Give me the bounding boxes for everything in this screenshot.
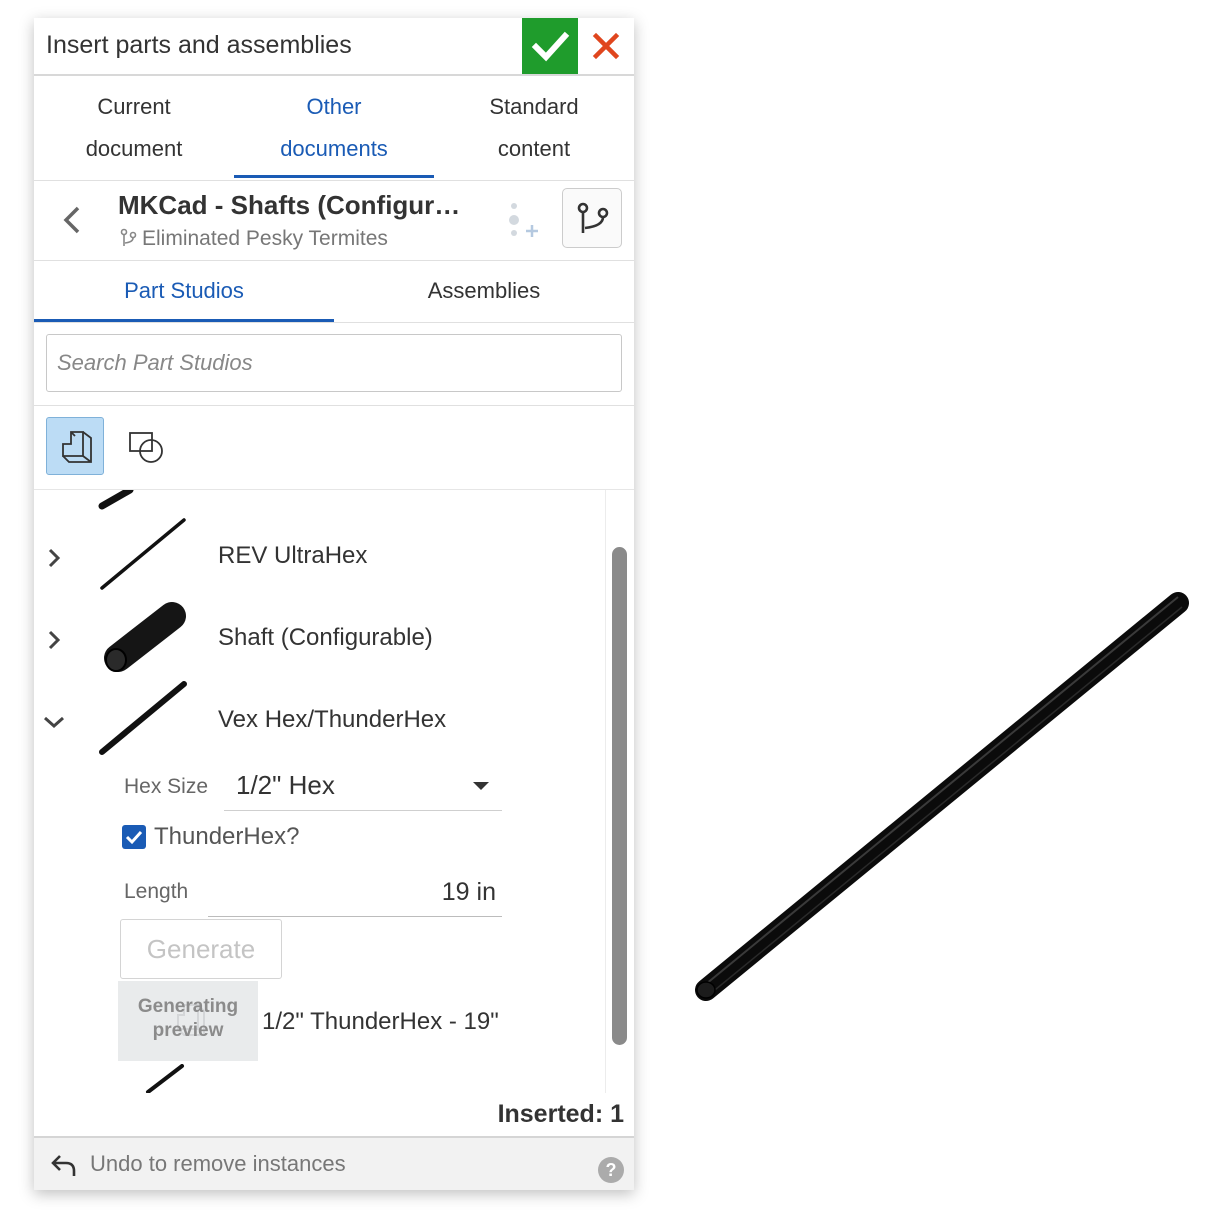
thunderhex-checkbox[interactable] — [122, 825, 146, 849]
chevron-down-icon[interactable] — [40, 708, 68, 736]
part-studio-list: REV UltraHex Shaft (Configurable) Vex He… — [34, 490, 604, 1093]
sketch-filter-icon — [129, 432, 163, 463]
length-value: 19 in — [441, 878, 496, 906]
hex-size-select[interactable]: 1/2" Hex — [224, 766, 502, 811]
vex-hex-thumbnail — [99, 681, 187, 755]
tab-label-line1: Standard — [489, 94, 579, 119]
thunderhex-label: ThunderHex? — [154, 823, 300, 850]
tab-label-line2: content — [497, 136, 571, 161]
checkbox-checked-icon — [122, 825, 146, 849]
search-box — [46, 334, 622, 392]
checkmark-icon — [531, 31, 570, 62]
undo-icon[interactable] — [50, 1152, 78, 1178]
tab-assemblies[interactable]: Assemblies — [334, 260, 634, 322]
shaft-configurable-thumbnail — [104, 602, 186, 672]
shaft-thumbnail-partial — [98, 490, 134, 510]
source-tabs: Current document Other documents Standar… — [34, 76, 634, 181]
preview-line2: preview — [152, 1020, 224, 1041]
chevron-right-icon[interactable] — [40, 544, 68, 572]
list-item[interactable]: REV UltraHex — [34, 516, 604, 596]
shaft-thumbnail-partial — [146, 1064, 184, 1093]
list-item-label: REV UltraHex — [218, 542, 368, 569]
confirm-button[interactable] — [522, 18, 578, 74]
thunderhex-shaft-model — [695, 592, 1189, 1001]
chevron-right-icon[interactable] — [40, 626, 68, 654]
chevron-left-icon — [63, 206, 80, 234]
dialog-title: Insert parts and assemblies — [46, 31, 352, 59]
close-icon — [592, 32, 620, 60]
generating-preview-text: Generating preview — [118, 995, 258, 1043]
part-studio-filter-button[interactable] — [46, 417, 104, 475]
document-title: MKCad - Shafts (Configur… — [118, 190, 461, 220]
inserted-count: Inserted: 1 — [497, 1100, 624, 1128]
scrollbar-thumb[interactable] — [612, 547, 627, 1045]
tab-current-document[interactable]: Current document — [34, 76, 234, 178]
list-item-label: Vex Hex/ThunderHex — [218, 706, 447, 733]
back-button[interactable] — [56, 202, 90, 238]
dialog-header: Insert parts and assemblies — [34, 18, 634, 76]
length-field[interactable]: 19 in — [208, 876, 502, 917]
tab-label-line2: documents — [280, 136, 388, 161]
list-item-label: Shaft (Configurable) — [218, 624, 433, 651]
divider — [34, 405, 634, 406]
sketch-filter-button[interactable] — [118, 417, 176, 475]
rev-ultrahex-thumbnail — [100, 518, 186, 590]
tab-label-line2: document — [85, 136, 183, 161]
document-branch: Eliminated Pesky Termites — [118, 227, 388, 251]
tab-standard-content[interactable]: Standard content — [434, 76, 634, 178]
document-row: MKCad - Shafts (Configur… Eliminated Pes… — [34, 180, 634, 261]
part-studio-filter-icon — [62, 431, 92, 463]
tab-label-line1: Current — [97, 94, 171, 119]
help-icon[interactable]: ? — [598, 1157, 624, 1183]
element-type-tabs: Part Studios Assemblies — [34, 260, 634, 323]
add-version-button[interactable] — [502, 200, 542, 240]
list-scrollbar[interactable] — [605, 490, 634, 1093]
list-item[interactable]: Shaft (Configurable) — [34, 598, 604, 678]
list-item[interactable]: Vex Hex/ThunderHex — [34, 680, 604, 760]
generated-configuration-label[interactable]: 1/2" ThunderHex - 19" — [262, 1008, 499, 1036]
insert-dialog: Insert parts and assemblies Current docu… — [34, 18, 634, 1190]
branch-icon — [577, 202, 609, 233]
hex-size-value: 1/2" Hex — [236, 770, 335, 800]
undo-link[interactable]: Undo to remove instances — [90, 1151, 346, 1177]
tab-other-documents[interactable]: Other documents — [234, 76, 434, 178]
length-label: Length — [124, 880, 189, 903]
branch-icon — [120, 228, 137, 246]
preview-line1: Generating — [137, 996, 239, 1017]
tab-part-studios[interactable]: Part Studios — [34, 260, 334, 322]
dropdown-arrow-icon — [473, 782, 489, 790]
dialog-footer: Undo to remove instances ? — [34, 1136, 634, 1190]
tab-label-line1: Other — [306, 94, 362, 119]
cancel-button[interactable] — [588, 28, 624, 64]
hex-size-label: Hex Size — [124, 775, 209, 798]
model-viewport[interactable] — [680, 570, 1210, 1020]
generating-preview: Generating preview — [118, 981, 258, 1061]
add-version-icon — [509, 203, 538, 237]
generate-button[interactable]: Generate — [120, 919, 282, 979]
branch-button[interactable] — [562, 188, 622, 248]
search-input[interactable] — [47, 335, 621, 391]
branch-name: Eliminated Pesky Termites — [142, 227, 388, 250]
